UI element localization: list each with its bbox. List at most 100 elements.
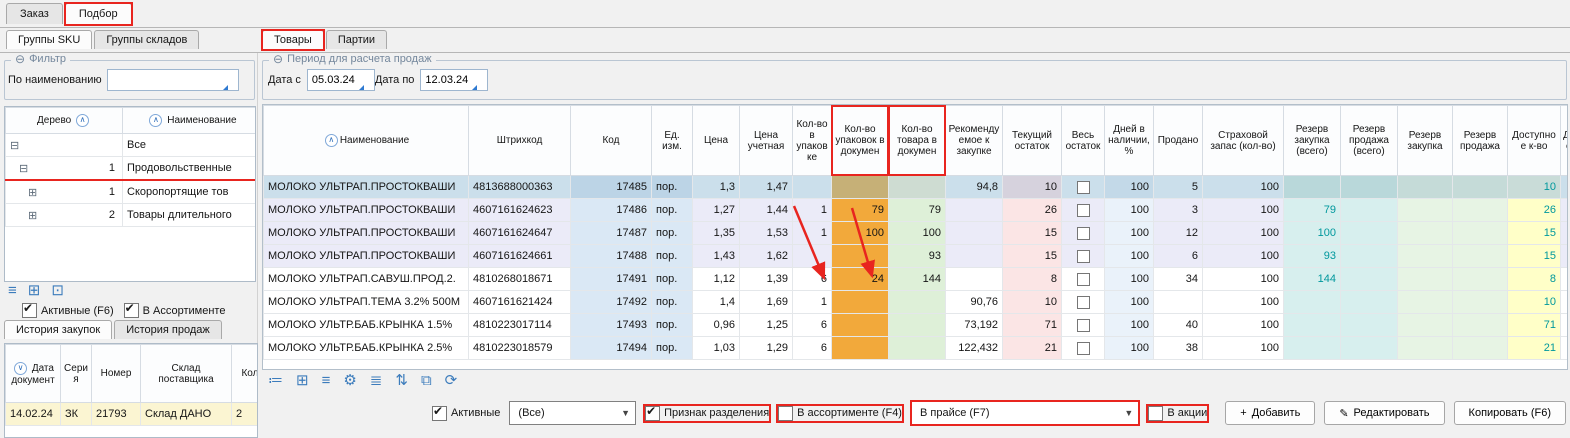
cell-code[interactable]: 17491 [571, 268, 652, 291]
cell-available-flag[interactable] [1561, 199, 1569, 222]
table-row[interactable]: МОЛОКО УЛЬТРАП.ПРОСТОКВАШИ46071616246231… [264, 199, 1569, 222]
cell-packs-in-doc[interactable]: 24 [832, 268, 889, 291]
cell-packs-in-doc[interactable] [832, 314, 889, 337]
cell-safety-stock[interactable]: 100 [1203, 291, 1284, 314]
gear-icon[interactable]: ⚙ [343, 373, 356, 389]
cell-price-acc[interactable]: 1,25 [740, 314, 793, 337]
cell-goods-in-doc[interactable] [889, 176, 946, 199]
cell-current-stock[interactable]: 10 [1003, 176, 1062, 199]
cell-recommended[interactable]: 73,192 [946, 314, 1003, 337]
tab-gruppy-sku[interactable]: Группы SKU [6, 30, 92, 49]
column-header-reserve-sale-total[interactable]: Резерв продажа (всего) [1341, 106, 1398, 176]
column-header-reserve-sale[interactable]: Резерв продажа [1453, 106, 1508, 176]
cell-code[interactable]: 17492 [571, 291, 652, 314]
cell-price-acc[interactable]: 1,39 [740, 268, 793, 291]
cell-goods-in-doc[interactable]: 93 [889, 245, 946, 268]
table-row[interactable]: МОЛОКО УЛЬТР.БАБ.КРЫНКА 2.5%481022301857… [264, 337, 1569, 360]
cell-sold[interactable]: 6 [1154, 245, 1203, 268]
row-checkbox[interactable] [1077, 273, 1090, 286]
cell-reserve-sale[interactable] [1453, 337, 1508, 360]
row-checkbox[interactable] [1077, 227, 1090, 240]
cell-unit[interactable]: пор. [652, 268, 693, 291]
column-header-name[interactable]: ∧Наименование [264, 106, 469, 176]
cell-recommended[interactable]: 122,432 [946, 337, 1003, 360]
table-row[interactable]: МОЛОКО УЛЬТРАП.ПРОСТОКВАШИ48136880003631… [264, 176, 1569, 199]
cell-available-flag[interactable] [1561, 222, 1569, 245]
cell-available-qty[interactable]: 26 [1508, 199, 1561, 222]
cell-reserve-sale-total[interactable] [1341, 199, 1398, 222]
tab-podbor[interactable]: Подбор [65, 3, 132, 24]
date-from-input[interactable] [307, 69, 375, 91]
table-row[interactable]: МОЛОКО УЛЬТРАП.САВУШ.ПРОД.2.481026801867… [264, 268, 1569, 291]
tree-expanded-icon[interactable]: ⊟ [10, 140, 19, 152]
cell-code[interactable]: 17486 [571, 199, 652, 222]
cell-reserve-sale[interactable] [1453, 176, 1508, 199]
split-flag-checkbox[interactable]: Признак разделения [645, 406, 769, 421]
cell-sold[interactable]: 12 [1154, 222, 1203, 245]
filter-icon[interactable]: ≡ [322, 373, 331, 389]
cell-sold[interactable]: 38 [1154, 337, 1203, 360]
cell-price[interactable]: 1,12 [693, 268, 740, 291]
tree-cell-derevo[interactable]: ⊟1 [6, 157, 123, 181]
cell-barcode[interactable]: 4607161624623 [469, 199, 571, 222]
cell-price[interactable]: 1,4 [693, 291, 740, 314]
cell-all-stock[interactable] [1062, 268, 1105, 291]
cell-unit[interactable]: пор. [652, 245, 693, 268]
cell-goods-in-doc[interactable]: 79 [889, 199, 946, 222]
row-checkbox[interactable] [1077, 204, 1090, 217]
add-child-group-icon[interactable]: ⊡ [51, 283, 64, 299]
cell-reserve-sale-total[interactable] [1341, 291, 1398, 314]
cell-safety-stock[interactable]: 100 [1203, 222, 1284, 245]
tree-row[interactable]: ⊟1Продовольственные [6, 157, 257, 181]
date-to-input[interactable] [420, 69, 488, 91]
filter-icon[interactable]: ≡ [8, 283, 17, 299]
cell-pack-qty[interactable]: 6 [793, 314, 832, 337]
promo-checkbox[interactable]: В акции [1148, 406, 1207, 421]
cell-current-stock[interactable]: 10 [1003, 291, 1062, 314]
cell-price-acc[interactable]: 1,29 [740, 337, 793, 360]
cell-goods-in-doc[interactable]: 144 [889, 268, 946, 291]
column-header-available-flag[interactable]: Доступное кол-во [1561, 106, 1569, 176]
cell-pack-qty[interactable] [793, 176, 832, 199]
cell-reserve-purchase-total[interactable]: 79 [1284, 199, 1341, 222]
cell-available-flag[interactable] [1561, 291, 1569, 314]
column-header-data-dokumenta[interactable]: ∨ Дата документ [6, 345, 61, 403]
cell-unit[interactable]: пор. [652, 337, 693, 360]
cell-reserve-sale-total[interactable] [1341, 176, 1398, 199]
cell-pack-qty[interactable]: 1 [793, 222, 832, 245]
cell-current-stock[interactable]: 26 [1003, 199, 1062, 222]
tree-cell-derevo[interactable]: ⊞1 [6, 180, 123, 204]
cell-all-stock[interactable] [1062, 176, 1105, 199]
column-header-code[interactable]: Код [571, 106, 652, 176]
cell-days-in-stock[interactable]: 100 [1105, 245, 1154, 268]
cell-all-stock[interactable] [1062, 245, 1105, 268]
cell-safety-stock[interactable]: 100 [1203, 245, 1284, 268]
row-checkbox[interactable] [1077, 342, 1090, 355]
cell-reserve-sale-total[interactable] [1341, 268, 1398, 291]
cell-safety-stock[interactable]: 100 [1203, 268, 1284, 291]
cell-packs-in-doc[interactable] [832, 245, 889, 268]
history-cell-series[interactable]: ЗК [61, 403, 92, 426]
cell-reserve-sale-total[interactable] [1341, 245, 1398, 268]
history-cell-qty[interactable]: 2 [232, 403, 259, 426]
cell-name[interactable]: МОЛОКО УЛЬТРАП.САВУШ.ПРОД.2. [264, 268, 469, 291]
column-header-kolvo[interactable]: Кол-во [232, 345, 259, 403]
cell-name[interactable]: МОЛОКО УЛЬТРАП.ПРОСТОКВАШИ [264, 245, 469, 268]
cell-reserve-purchase[interactable] [1398, 176, 1453, 199]
cell-all-stock[interactable] [1062, 337, 1105, 360]
cell-reserve-purchase-total[interactable]: 100 [1284, 222, 1341, 245]
tree-row-name[interactable]: Продовольственные [123, 157, 257, 181]
cell-price[interactable]: 1,27 [693, 199, 740, 222]
cell-name[interactable]: МОЛОКО УЛЬТР.БАБ.КРЫНКА 2.5% [264, 337, 469, 360]
cell-available-qty[interactable]: 15 [1508, 222, 1561, 245]
sort-list-icon[interactable]: ⇅ [395, 373, 408, 389]
cell-barcode[interactable]: 4607161621424 [469, 291, 571, 314]
history-row[interactable]: 14.02.24 ЗК 21793 Склад ДАНО 2 [6, 403, 259, 426]
assortment-f4-checkbox[interactable]: В ассортименте (F4) [778, 406, 902, 421]
cell-reserve-purchase-total[interactable]: 144 [1284, 268, 1341, 291]
cell-recommended[interactable]: 94,8 [946, 176, 1003, 199]
cell-reserve-purchase[interactable] [1398, 314, 1453, 337]
cell-reserve-sale[interactable] [1453, 291, 1508, 314]
cell-packs-in-doc[interactable]: 79 [832, 199, 889, 222]
cell-safety-stock[interactable]: 100 [1203, 176, 1284, 199]
